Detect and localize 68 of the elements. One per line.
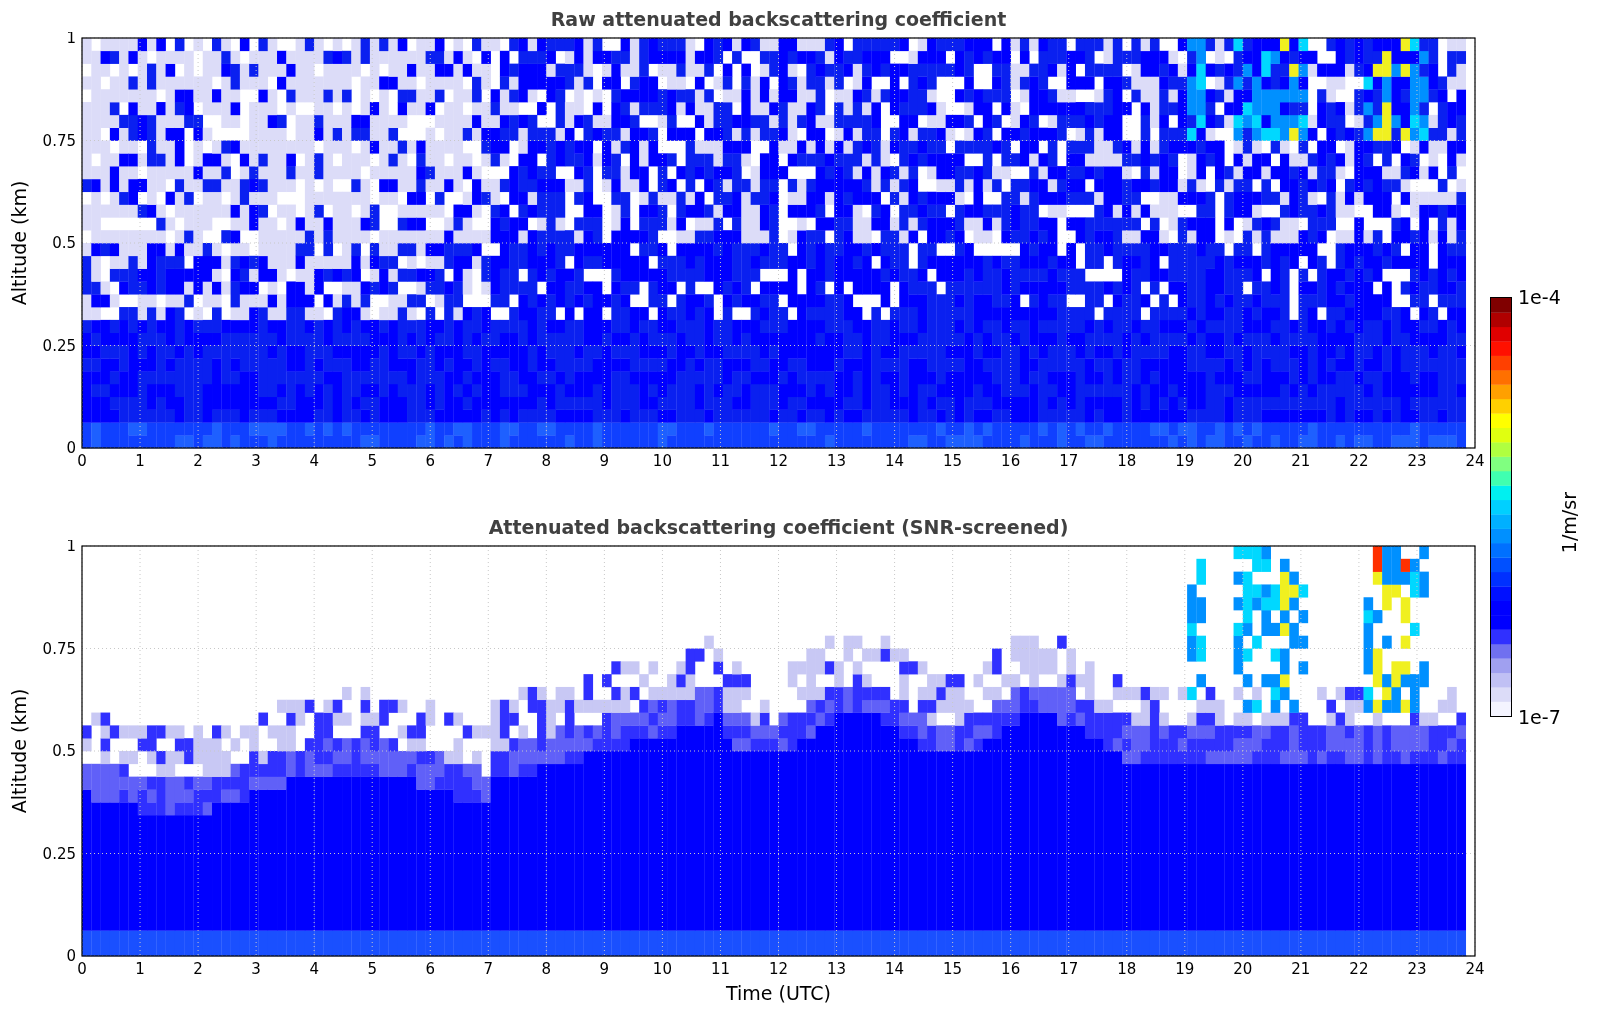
x-tick-label: 18 bbox=[1117, 960, 1137, 978]
x-tick-label: 12 bbox=[768, 452, 789, 470]
y-tick-label: 1 bbox=[66, 540, 76, 555]
x-tick-label: 1 bbox=[135, 452, 145, 470]
chart-title: Raw attenuated backscattering coefficient bbox=[549, 8, 1008, 32]
colorbar-label: 1/m/sr bbox=[1558, 492, 1578, 554]
x-tick-label: 22 bbox=[1349, 452, 1369, 470]
x-tick-label: 12 bbox=[768, 960, 789, 978]
x-tick-label: 9 bbox=[599, 960, 610, 978]
y-tick-label: 0 bbox=[66, 947, 76, 965]
x-tick-label: 13 bbox=[827, 452, 847, 470]
x-tick-label: 11 bbox=[710, 960, 730, 978]
x-tick-label: 3 bbox=[251, 960, 261, 978]
x-tick-label: 4 bbox=[309, 452, 319, 470]
x-tick-label: 24 bbox=[1465, 960, 1485, 978]
x-tick-label: 6 bbox=[425, 960, 435, 978]
x-tick-label: 2 bbox=[193, 452, 203, 470]
x-tick-label: 5 bbox=[367, 452, 377, 470]
x-tick-label: 20 bbox=[1233, 452, 1253, 470]
x-tick-label: 16 bbox=[1001, 960, 1021, 978]
y-tick-label: 0.25 bbox=[42, 844, 76, 863]
x-tick-label: 19 bbox=[1175, 960, 1195, 978]
x-tick-label: 14 bbox=[885, 452, 905, 470]
y-tick-label: 0.75 bbox=[42, 639, 76, 658]
y-tick-label: 0.5 bbox=[52, 234, 76, 252]
x-tick-label: 5 bbox=[367, 960, 377, 978]
x-tick-label: 4 bbox=[309, 960, 319, 978]
x-tick-label: 15 bbox=[943, 452, 963, 470]
colorbar-tick-label: 1e-7 bbox=[1518, 707, 1562, 727]
x-tick-label: 10 bbox=[652, 960, 672, 978]
x-tick-label: 20 bbox=[1233, 960, 1253, 978]
colorbar-tick-label: 1e-4 bbox=[1518, 287, 1562, 307]
y-tick-label: 1 bbox=[66, 32, 76, 47]
x-tick-label: 21 bbox=[1291, 960, 1311, 978]
x-tick-label: 17 bbox=[1059, 452, 1079, 470]
x-tick-label: 3 bbox=[251, 452, 261, 470]
x-tick-label: 13 bbox=[827, 960, 847, 978]
y-tick-label: 0.5 bbox=[52, 742, 76, 760]
y-axis-label: Altitude (km) bbox=[8, 688, 30, 814]
x-tick-label: 18 bbox=[1117, 452, 1137, 470]
x-tick-label: 10 bbox=[652, 452, 672, 470]
x-tick-label: 2 bbox=[193, 960, 203, 978]
x-tick-label: 16 bbox=[1001, 452, 1021, 470]
x-tick-label: 24 bbox=[1465, 452, 1485, 470]
y-tick-label: 0.75 bbox=[42, 131, 76, 150]
x-tick-label: 14 bbox=[885, 960, 905, 978]
x-tick-label: 15 bbox=[943, 960, 963, 978]
x-tick-label: 0 bbox=[77, 960, 87, 978]
x-tick-label: 6 bbox=[425, 452, 435, 470]
x-tick-label: 7 bbox=[483, 960, 494, 978]
x-tick-label: 0 bbox=[77, 452, 87, 470]
x-tick-label: 11 bbox=[710, 452, 730, 470]
x-axis-label: Time (UTC) bbox=[725, 982, 832, 1004]
x-tick-label: 9 bbox=[599, 452, 610, 470]
x-tick-label: 17 bbox=[1059, 960, 1079, 978]
x-tick-label: 1 bbox=[135, 960, 145, 978]
y-tick-label: 0 bbox=[66, 439, 76, 457]
x-tick-label: 8 bbox=[541, 452, 552, 470]
x-tick-label: 7 bbox=[483, 452, 494, 470]
x-tick-label: 23 bbox=[1407, 960, 1427, 978]
chart-title: Attenuated backscattering coefficient (SNR-screened) bbox=[487, 516, 1070, 540]
y-tick-label: 0.25 bbox=[42, 336, 76, 355]
y-axis-label: Altitude (km) bbox=[8, 180, 30, 306]
x-tick-label: 22 bbox=[1349, 960, 1369, 978]
x-tick-label: 23 bbox=[1407, 452, 1427, 470]
x-tick-label: 21 bbox=[1291, 452, 1311, 470]
x-tick-label: 19 bbox=[1175, 452, 1195, 470]
x-tick-label: 8 bbox=[541, 960, 552, 978]
